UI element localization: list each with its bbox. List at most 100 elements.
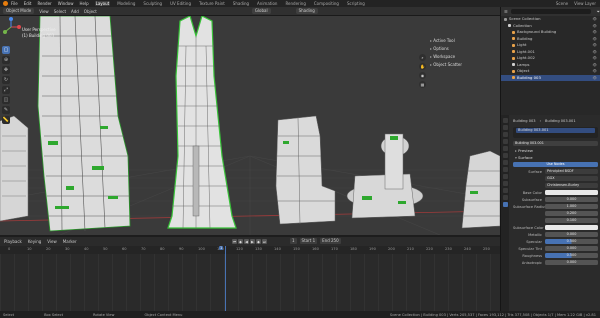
timeline-ruler[interactable]: 0102030405060708090100110120130140150160… — [0, 246, 500, 254]
value-slider[interactable]: 0.500 — [545, 238, 598, 245]
panel-object-scatter[interactable]: Object Scatter — [430, 61, 496, 69]
output-tab-icon[interactable] — [502, 132, 508, 137]
use-nodes-button[interactable]: Use Nodes — [513, 161, 598, 168]
material-slot-item[interactable]: Building 003.001 — [516, 128, 595, 133]
color-swatch[interactable] — [545, 224, 598, 231]
annotate-tool-icon[interactable]: ✎ — [2, 106, 10, 114]
view-layer-selector[interactable]: View Layer — [574, 1, 596, 6]
play-reverse-icon[interactable]: ◀ — [244, 239, 249, 244]
navigation-gizmo-icon[interactable] — [0, 16, 22, 38]
tool-tab-icon[interactable] — [502, 118, 508, 123]
preview-section[interactable]: Preview — [513, 147, 598, 154]
scene-selector[interactable]: Scene — [556, 1, 568, 6]
tab-rendering[interactable]: Rendering — [284, 1, 306, 6]
select-tool-icon[interactable]: ▢ — [2, 46, 10, 54]
value-slider[interactable]: 0.200 — [545, 210, 598, 217]
view-layer-tab-icon[interactable] — [502, 139, 508, 144]
tab-layout[interactable]: Layout — [94, 1, 111, 6]
value-slider[interactable]: 0.000 — [545, 196, 598, 203]
menu-render[interactable]: Render — [37, 1, 51, 6]
3d-viewport[interactable]: User Perspective (1) Building 003 ▢ ⊕ ✥ … — [0, 16, 500, 235]
panel-workspace[interactable]: Workspace — [430, 53, 496, 61]
scene-tab-icon[interactable] — [502, 146, 508, 151]
mode-dropdown[interactable]: Object Mode — [3, 8, 35, 14]
menu-view[interactable]: View — [39, 9, 49, 14]
subsurface-method-dropdown[interactable]: Christensen-Burley — [545, 182, 598, 189]
menu-add[interactable]: Add — [71, 9, 79, 14]
pan-hand-icon[interactable]: ✋ — [419, 63, 426, 70]
physics-tab-icon[interactable] — [502, 181, 508, 186]
menu-window[interactable]: Window — [58, 1, 74, 6]
measure-tool-icon[interactable]: 📏 — [2, 116, 10, 124]
menu-help[interactable]: Help — [79, 1, 88, 6]
shader-input-row: Subsurface Color — [513, 224, 598, 231]
world-tab-icon[interactable] — [502, 153, 508, 158]
playhead[interactable] — [225, 246, 226, 311]
tab-compositing[interactable]: Compositing — [313, 1, 340, 6]
rotate-tool-icon[interactable]: ↻ — [2, 76, 10, 84]
timeline-area[interactable] — [0, 254, 500, 311]
next-key-icon[interactable]: ◆ — [256, 239, 261, 244]
menu-edit[interactable]: Edit — [24, 1, 32, 6]
cursor-tool-icon[interactable]: ⊕ — [2, 56, 10, 64]
modifier-tab-icon[interactable] — [502, 167, 508, 172]
material-tab-icon[interactable] — [502, 202, 508, 207]
scale-tool-icon[interactable]: ⤢ — [2, 86, 10, 94]
timeline-tick-label: 10 — [27, 247, 32, 251]
material-datablock-field[interactable]: Building 003.001 — [513, 140, 598, 147]
end-frame-field[interactable]: End 250 — [320, 238, 341, 244]
outliner-row[interactable]: Building 003 👁 — [501, 74, 600, 82]
orientation-dropdown[interactable]: Global — [251, 8, 271, 14]
render-tab-icon[interactable] — [502, 125, 508, 130]
tab-modeling[interactable]: Modeling — [116, 1, 136, 6]
particles-tab-icon[interactable] — [502, 174, 508, 179]
blender-logo-icon[interactable] — [3, 1, 8, 6]
outliner-display-mode-icon[interactable]: ☰ — [504, 9, 508, 14]
tab-uv-editing[interactable]: UV Editing — [169, 1, 192, 6]
jump-end-icon[interactable]: ⏭ — [262, 239, 267, 244]
shading-dropdown[interactable]: Shading — [295, 8, 318, 14]
material-slot-list[interactable]: Building 003.001 — [513, 127, 598, 138]
menu-file[interactable]: File — [11, 1, 18, 6]
play-icon[interactable]: ▶ — [250, 239, 255, 244]
value-slider[interactable]: 0.000 — [545, 259, 598, 266]
tab-texture-paint[interactable]: Texture Paint — [198, 1, 226, 6]
shader-input-row: Base Color — [513, 189, 598, 196]
distribution-dropdown[interactable]: GGX — [545, 175, 598, 182]
transform-tool-icon[interactable]: ◫ — [2, 96, 10, 104]
data-tab-icon[interactable] — [502, 195, 508, 200]
value-slider[interactable]: 0.000 — [545, 245, 598, 252]
outliner-search-input[interactable] — [510, 9, 591, 14]
jump-start-icon[interactable]: ⏮ — [232, 239, 237, 244]
tab-animation[interactable]: Animation — [256, 1, 278, 6]
prev-key-icon[interactable]: ◆ — [238, 239, 243, 244]
menu-object[interactable]: Object — [84, 9, 97, 14]
menu-view-timeline[interactable]: View — [47, 239, 57, 244]
tab-shading[interactable]: Shading — [232, 1, 250, 6]
tab-scripting[interactable]: Scripting — [346, 1, 366, 6]
value-slider[interactable]: 0.100 — [545, 217, 598, 224]
color-swatch[interactable] — [545, 189, 598, 196]
panel-options[interactable]: Options — [430, 45, 496, 53]
menu-playback[interactable]: Playback — [4, 239, 22, 244]
value-slider[interactable]: 1.000 — [545, 203, 598, 210]
value-slider[interactable]: 0.500 — [545, 252, 598, 259]
menu-select[interactable]: Select — [54, 9, 66, 14]
start-frame-field[interactable]: Start 1 — [299, 238, 318, 244]
menu-marker[interactable]: Marker — [63, 239, 77, 244]
object-tab-icon[interactable] — [502, 160, 508, 165]
camera-icon[interactable]: ◉ — [419, 72, 426, 79]
menu-keying[interactable]: Keying — [28, 239, 41, 244]
surface-shader-field[interactable]: Principled BSDF — [545, 168, 598, 175]
zoom-icon[interactable]: ⌕ — [419, 54, 426, 61]
surface-section[interactable]: Surface — [513, 154, 598, 161]
move-tool-icon[interactable]: ✥ — [2, 66, 10, 74]
playhead-frame-label[interactable]: 1 — [219, 246, 224, 250]
constraints-tab-icon[interactable] — [502, 188, 508, 193]
visibility-eye-icon[interactable]: 👁 — [593, 75, 597, 82]
tab-sculpting[interactable]: Sculpting — [142, 1, 163, 6]
current-frame-field[interactable]: 1 — [290, 238, 297, 244]
grid-view-icon[interactable]: ▦ — [419, 81, 426, 88]
panel-active-tool[interactable]: Active Tool — [430, 37, 496, 45]
value-slider[interactable]: 0.000 — [545, 231, 598, 238]
